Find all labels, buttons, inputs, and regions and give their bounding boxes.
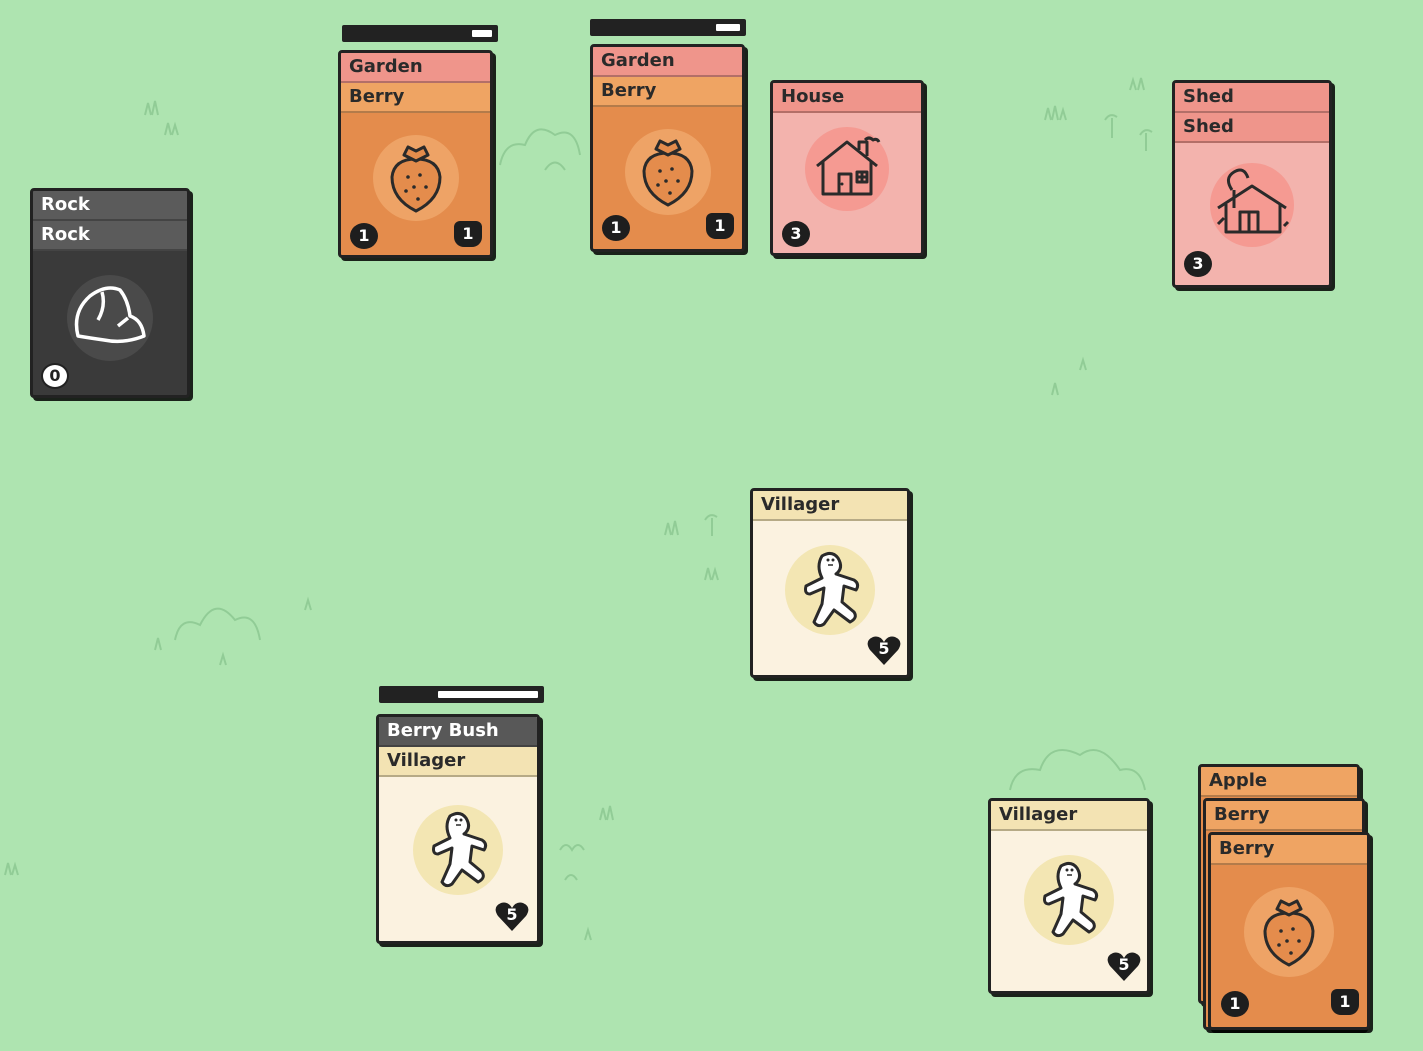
card-art <box>413 805 503 895</box>
coin-value: 1 <box>602 215 630 241</box>
coin-value: 0 <box>41 363 69 389</box>
card-title: Villager <box>379 747 537 777</box>
card-art <box>1244 887 1334 977</box>
house-icon <box>816 136 881 196</box>
villager-card[interactable]: Berry Bush Villager 5 <box>376 714 540 944</box>
rock-stack[interactable]: Rock Rock 0 <box>30 188 194 402</box>
shed-stack[interactable]: Shed Shed 3 <box>1172 80 1336 292</box>
garden-stack[interactable]: Garden Berry 1 1 <box>590 44 750 256</box>
grass-decoration <box>4 861 19 876</box>
grass-decoration <box>559 805 614 941</box>
health-indicator: 5 <box>1107 951 1141 983</box>
garden-card[interactable]: Garden Berry 1 1 <box>590 44 745 252</box>
card-title: Apple <box>1201 767 1357 797</box>
house-stack[interactable]: House 3 <box>770 80 928 260</box>
garden-stack[interactable]: Garden Berry 1 1 <box>338 50 498 262</box>
grass-decoration <box>144 100 179 136</box>
card-title: Villager <box>753 491 907 521</box>
card-art <box>624 129 711 215</box>
bush-decoration <box>154 596 312 666</box>
health-value: 5 <box>878 639 890 658</box>
berry-card[interactable]: Berry 1 1 <box>1208 832 1370 1030</box>
health-indicator: 5 <box>495 901 529 933</box>
card-art <box>805 127 889 211</box>
villager-stack[interactable]: Villager 5 <box>988 798 1154 998</box>
bush-decoration <box>499 128 581 171</box>
shed-card[interactable]: Shed Shed 3 <box>1172 80 1332 288</box>
production-progress-bar <box>590 19 746 36</box>
strawberry-icon <box>641 139 694 207</box>
villager-stack[interactable]: Villager 5 <box>750 488 914 682</box>
health-value: 5 <box>1118 955 1130 974</box>
card-title: Rock <box>33 191 187 221</box>
coin-value: 1 <box>350 223 378 249</box>
card-art <box>1210 163 1294 247</box>
card-title: Garden <box>341 53 490 83</box>
food-value: 1 <box>454 221 482 247</box>
berry-bush-stack[interactable]: Berry Bush Villager 5 <box>376 714 544 948</box>
villager-card[interactable]: Villager 5 <box>750 488 910 678</box>
rock-icon <box>74 286 146 344</box>
card-title: Berry Bush <box>379 717 537 747</box>
food-value: 1 <box>706 213 734 239</box>
house-card[interactable]: House 3 <box>770 80 924 256</box>
card-title: Berry <box>341 83 490 113</box>
rock-card[interactable]: Rock Rock 0 <box>30 188 190 398</box>
strawberry-icon <box>1263 899 1315 967</box>
game-board: Rock Rock 0 Garden Berry 1 1 Garden Berr… <box>0 0 1423 1051</box>
coin-value: 1 <box>1221 991 1249 1017</box>
card-art <box>67 275 153 361</box>
card-title: Rock <box>33 221 187 251</box>
villager-icon <box>1043 861 1099 938</box>
coin-value: 3 <box>782 221 810 247</box>
apple-berry-stack[interactable]: Apple Berry Berry 1 1 <box>1198 764 1376 1034</box>
card-title: Berry <box>593 77 742 107</box>
card-title: Villager <box>991 801 1147 831</box>
villager-icon <box>804 551 860 628</box>
production-progress-bar <box>342 25 498 42</box>
harvest-progress-bar <box>379 686 544 703</box>
card-title: Garden <box>593 47 742 77</box>
grass-decoration <box>664 514 719 581</box>
card-art <box>785 545 875 635</box>
garden-card[interactable]: Garden Berry 1 1 <box>338 50 493 258</box>
coin-value: 3 <box>1184 251 1212 277</box>
card-art <box>372 135 459 221</box>
card-title: Shed <box>1175 83 1329 113</box>
card-art <box>1024 855 1114 945</box>
villager-icon <box>432 811 488 888</box>
health-value: 5 <box>506 905 518 924</box>
shed-icon <box>1216 168 1290 234</box>
health-indicator: 5 <box>867 635 901 667</box>
food-value: 1 <box>1331 989 1359 1015</box>
villager-card[interactable]: Villager 5 <box>988 798 1150 994</box>
grass-decoration <box>1044 76 1153 151</box>
grass-decoration <box>1051 356 1087 396</box>
card-title: Berry <box>1211 835 1367 865</box>
card-title: House <box>773 83 921 113</box>
card-title: Shed <box>1175 113 1329 143</box>
strawberry-icon <box>389 145 442 213</box>
card-title: Berry <box>1206 801 1362 831</box>
